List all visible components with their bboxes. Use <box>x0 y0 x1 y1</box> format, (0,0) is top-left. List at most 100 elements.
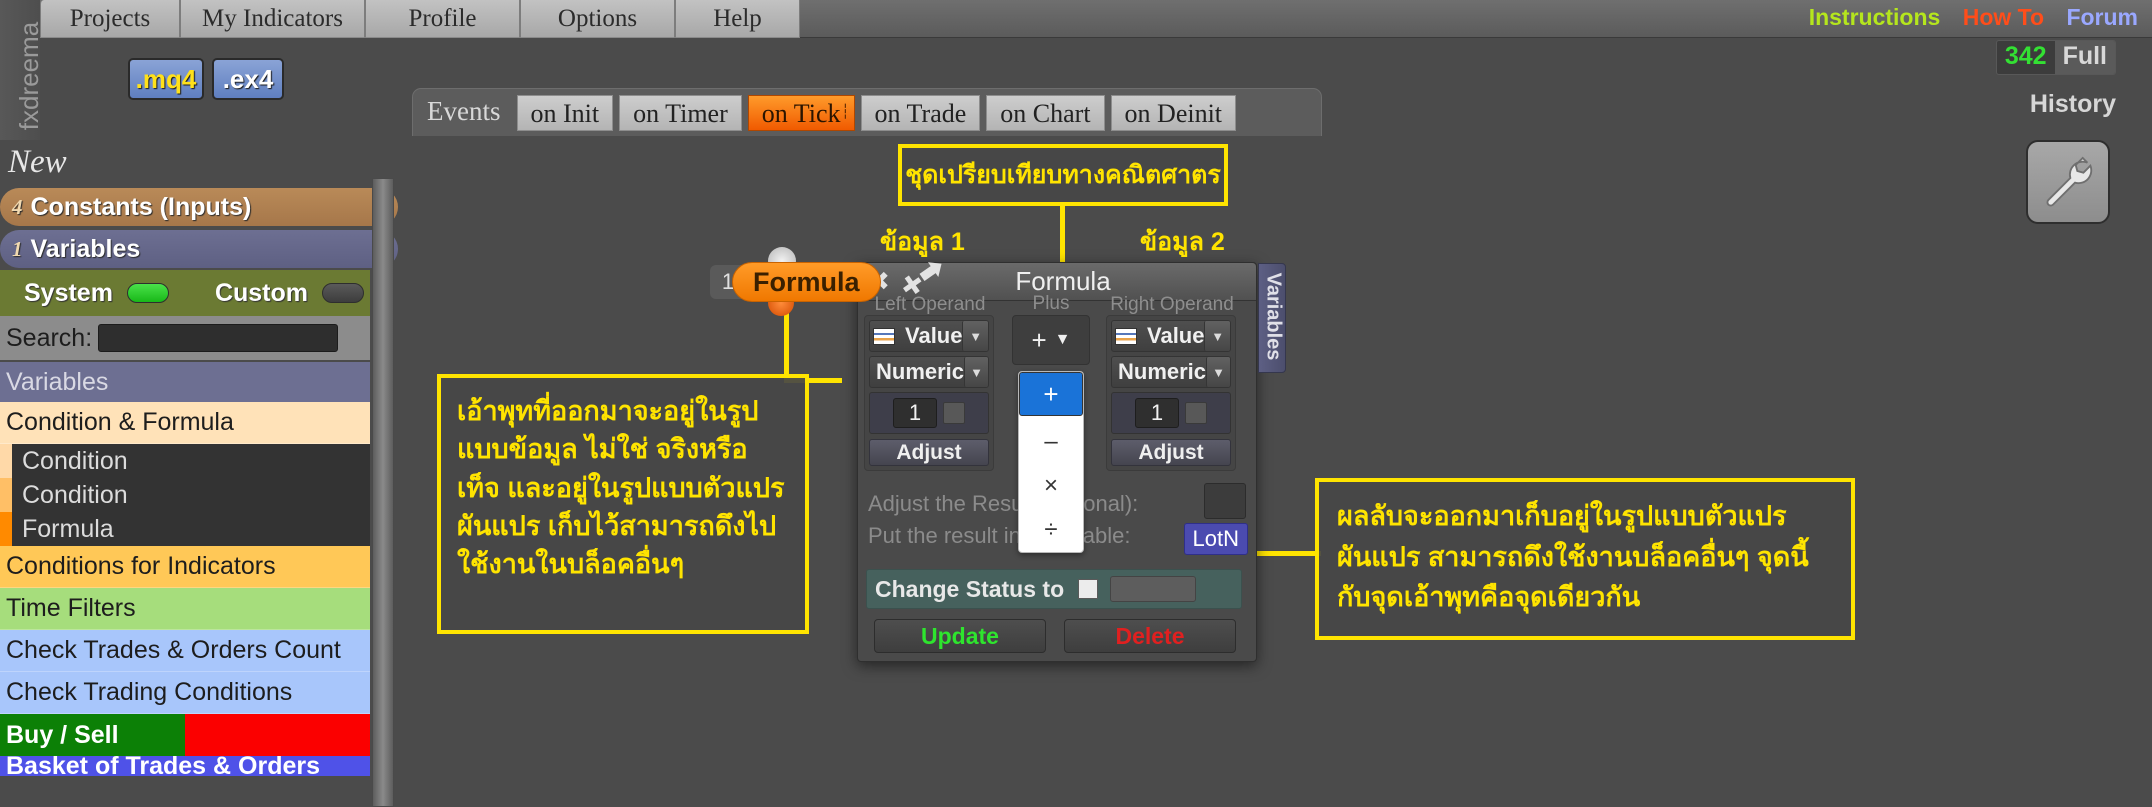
left-operand-caption: Left Operand <box>874 294 986 315</box>
tab-on-init[interactable]: on Init <box>516 94 614 131</box>
variables-count: 1 <box>12 236 23 261</box>
change-status-checkbox[interactable] <box>1078 579 1099 599</box>
events-tab-bar: Events on Init on Timer on Tick ┆ on Trad… <box>412 88 1322 136</box>
mq4-button[interactable]: .mq4 <box>128 58 204 100</box>
menu-item-options[interactable]: Options <box>520 0 675 38</box>
connector-line-node <box>784 306 789 382</box>
left-operand-value[interactable]: 1 <box>893 398 937 428</box>
tab-on-trade[interactable]: on Trade <box>860 94 981 131</box>
variables-side-tab[interactable]: Variables <box>1258 263 1286 373</box>
left-operand-subtype-label: Numeric <box>876 359 965 384</box>
right-operand-subtype-select[interactable]: Numeric ▼ <box>1111 356 1231 388</box>
left-operand-checkbox[interactable] <box>943 402 965 424</box>
list-item-condition-1[interactable]: Condition <box>12 444 370 478</box>
right-operand-checkbox[interactable] <box>1185 402 1207 424</box>
tab-on-tick-label: on Tick <box>761 98 841 128</box>
tab-on-timer[interactable]: on Timer <box>619 94 742 131</box>
search-label: Search: <box>6 323 93 352</box>
tab-on-chart[interactable]: on Chart <box>986 94 1105 131</box>
menu-item-help[interactable]: Help <box>675 0 800 38</box>
operator-caption: Plus <box>1032 293 1070 314</box>
tab-on-tick[interactable]: on Tick ┆ <box>747 94 855 131</box>
right-operand-value-box: 1 <box>1111 392 1231 434</box>
how-to-link[interactable]: How To <box>1963 4 2044 30</box>
left-operand-subtype-select[interactable]: Numeric ▼ <box>869 356 989 388</box>
adjust-result-box[interactable] <box>1204 483 1246 519</box>
menu-item-my-indicators[interactable]: My Indicators <box>180 0 365 38</box>
custom-label: Custom <box>214 278 309 307</box>
system-toggle[interactable] <box>126 283 169 303</box>
delete-button[interactable]: Delete <box>1064 619 1236 653</box>
annotation-top-box: ชุดเปรียบเทียบทางคณิตศาตร <box>898 144 1228 206</box>
operator-select[interactable]: + ▼ <box>1012 315 1090 365</box>
sidebar-item-basket-of-trades[interactable]: Basket of Trades & Orders <box>0 756 370 776</box>
result-variable-chip[interactable]: LotN <box>1183 523 1248 555</box>
annotation-data-2: ข้อมูล 2 <box>1140 228 1225 256</box>
menu-item-projects[interactable]: Projects <box>40 0 180 38</box>
constants-count: 4 <box>12 194 23 219</box>
sidebar-item-time-filters[interactable]: Time Filters <box>0 588 370 630</box>
right-operand-value[interactable]: 1 <box>1135 398 1179 428</box>
operator-option-plus[interactable]: + <box>1019 372 1083 416</box>
tab-on-deinit[interactable]: on Deinit <box>1110 94 1237 131</box>
variables-side-tab-label: Variables <box>1262 272 1285 361</box>
left-operand-type-select[interactable]: Value ▼ <box>869 320 989 352</box>
right-operand-subtype-label: Numeric <box>1118 359 1207 384</box>
right-operand-type-label: Value <box>1147 323 1205 348</box>
chevron-down-icon[interactable]: ▼ <box>964 357 988 387</box>
accent-bar-1 <box>0 444 12 478</box>
sidebar-item-buy-sell[interactable]: Buy / Sell <box>0 714 370 756</box>
update-button[interactable]: Update <box>874 619 1046 653</box>
ex4-button[interactable]: .ex4 <box>212 58 284 100</box>
top-links: Instructions How To Forum <box>1793 4 2138 31</box>
accent-bar-2 <box>0 478 12 512</box>
operator-selected: + <box>1031 324 1047 355</box>
change-status-row: Change Status to <box>866 569 1242 609</box>
events-label: Events <box>427 95 501 126</box>
change-status-field[interactable] <box>1110 576 1197 602</box>
list-item-condition-2[interactable]: Condition <box>12 478 370 512</box>
chevron-down-icon[interactable]: ▼ <box>962 321 988 351</box>
sidebar-item-condition-formula[interactable]: Condition & Formula <box>0 402 370 444</box>
right-adjust-button[interactable]: Adjust <box>1111 439 1231 466</box>
sidebar-item-constants[interactable]: 4 Constants (Inputs) <box>0 188 398 226</box>
operator-dropdown-menu: + – × ÷ <box>1018 371 1084 553</box>
left-operand-type-label: Value <box>905 323 963 348</box>
chevron-down-icon[interactable]: ▼ <box>1206 357 1230 387</box>
right-operand-group: Right Operand Value ▼ Numeric ▼ 1 Adjust <box>1106 294 1236 471</box>
left-operand-value-box: 1 <box>869 392 989 434</box>
constants-label: Constants (Inputs) <box>30 192 252 221</box>
sidebar-scrollbar[interactable] <box>372 178 394 807</box>
node-formula[interactable]: 1 Formula <box>710 262 881 302</box>
menu-item-profile[interactable]: Profile <box>365 0 520 38</box>
operator-option-minus[interactable]: – <box>1019 420 1083 464</box>
left-adjust-button[interactable]: Adjust <box>869 439 989 466</box>
sidebar-item-check-trading-conditions[interactable]: Check Trading Conditions <box>0 672 370 714</box>
put-result-label: Put the result into Variable: <box>868 523 1131 548</box>
buy-sell-label: Buy / Sell <box>0 714 185 756</box>
search-row: Search: <box>0 316 370 360</box>
instructions-link[interactable]: Instructions <box>1809 4 1941 30</box>
left-sidebar: New 4 Constants (Inputs) 1 Variables Sys… <box>0 140 398 807</box>
new-label: New <box>8 144 67 180</box>
operator-option-multiply[interactable]: × <box>1019 464 1083 508</box>
forum-link[interactable]: Forum <box>2066 4 2138 30</box>
custom-toggle[interactable] <box>322 283 365 303</box>
formula-dialog: ✖ ✚⮕ Formula Left Operand Value ▼ Numeri… <box>857 252 1286 662</box>
node-label: Formula <box>732 262 881 302</box>
version-count: 342 <box>2004 42 2047 70</box>
sidebar-item-conditions-for-indicators[interactable]: Conditions for Indicators <box>0 546 370 588</box>
chevron-down-icon[interactable]: ▼ <box>1204 321 1230 351</box>
right-operand-type-select[interactable]: Value ▼ <box>1111 320 1231 352</box>
sidebar-item-check-trades-orders-count[interactable]: Check Trades & Orders Count <box>0 630 370 672</box>
list-item-formula[interactable]: Formula <box>12 512 370 546</box>
search-input[interactable] <box>98 324 339 352</box>
version-mode: Full <box>2054 41 2115 74</box>
operator-option-divide[interactable]: ÷ <box>1019 508 1083 552</box>
sidebar-item-variables[interactable]: 1 Variables <box>0 230 398 268</box>
wrench-icon[interactable] <box>2026 140 2110 224</box>
chevron-down-icon: ▼ <box>1054 331 1071 348</box>
history-label[interactable]: History <box>2030 90 2116 119</box>
version-badge[interactable]: 342 Full <box>1995 40 2116 75</box>
variables-label: Variables <box>30 234 141 263</box>
